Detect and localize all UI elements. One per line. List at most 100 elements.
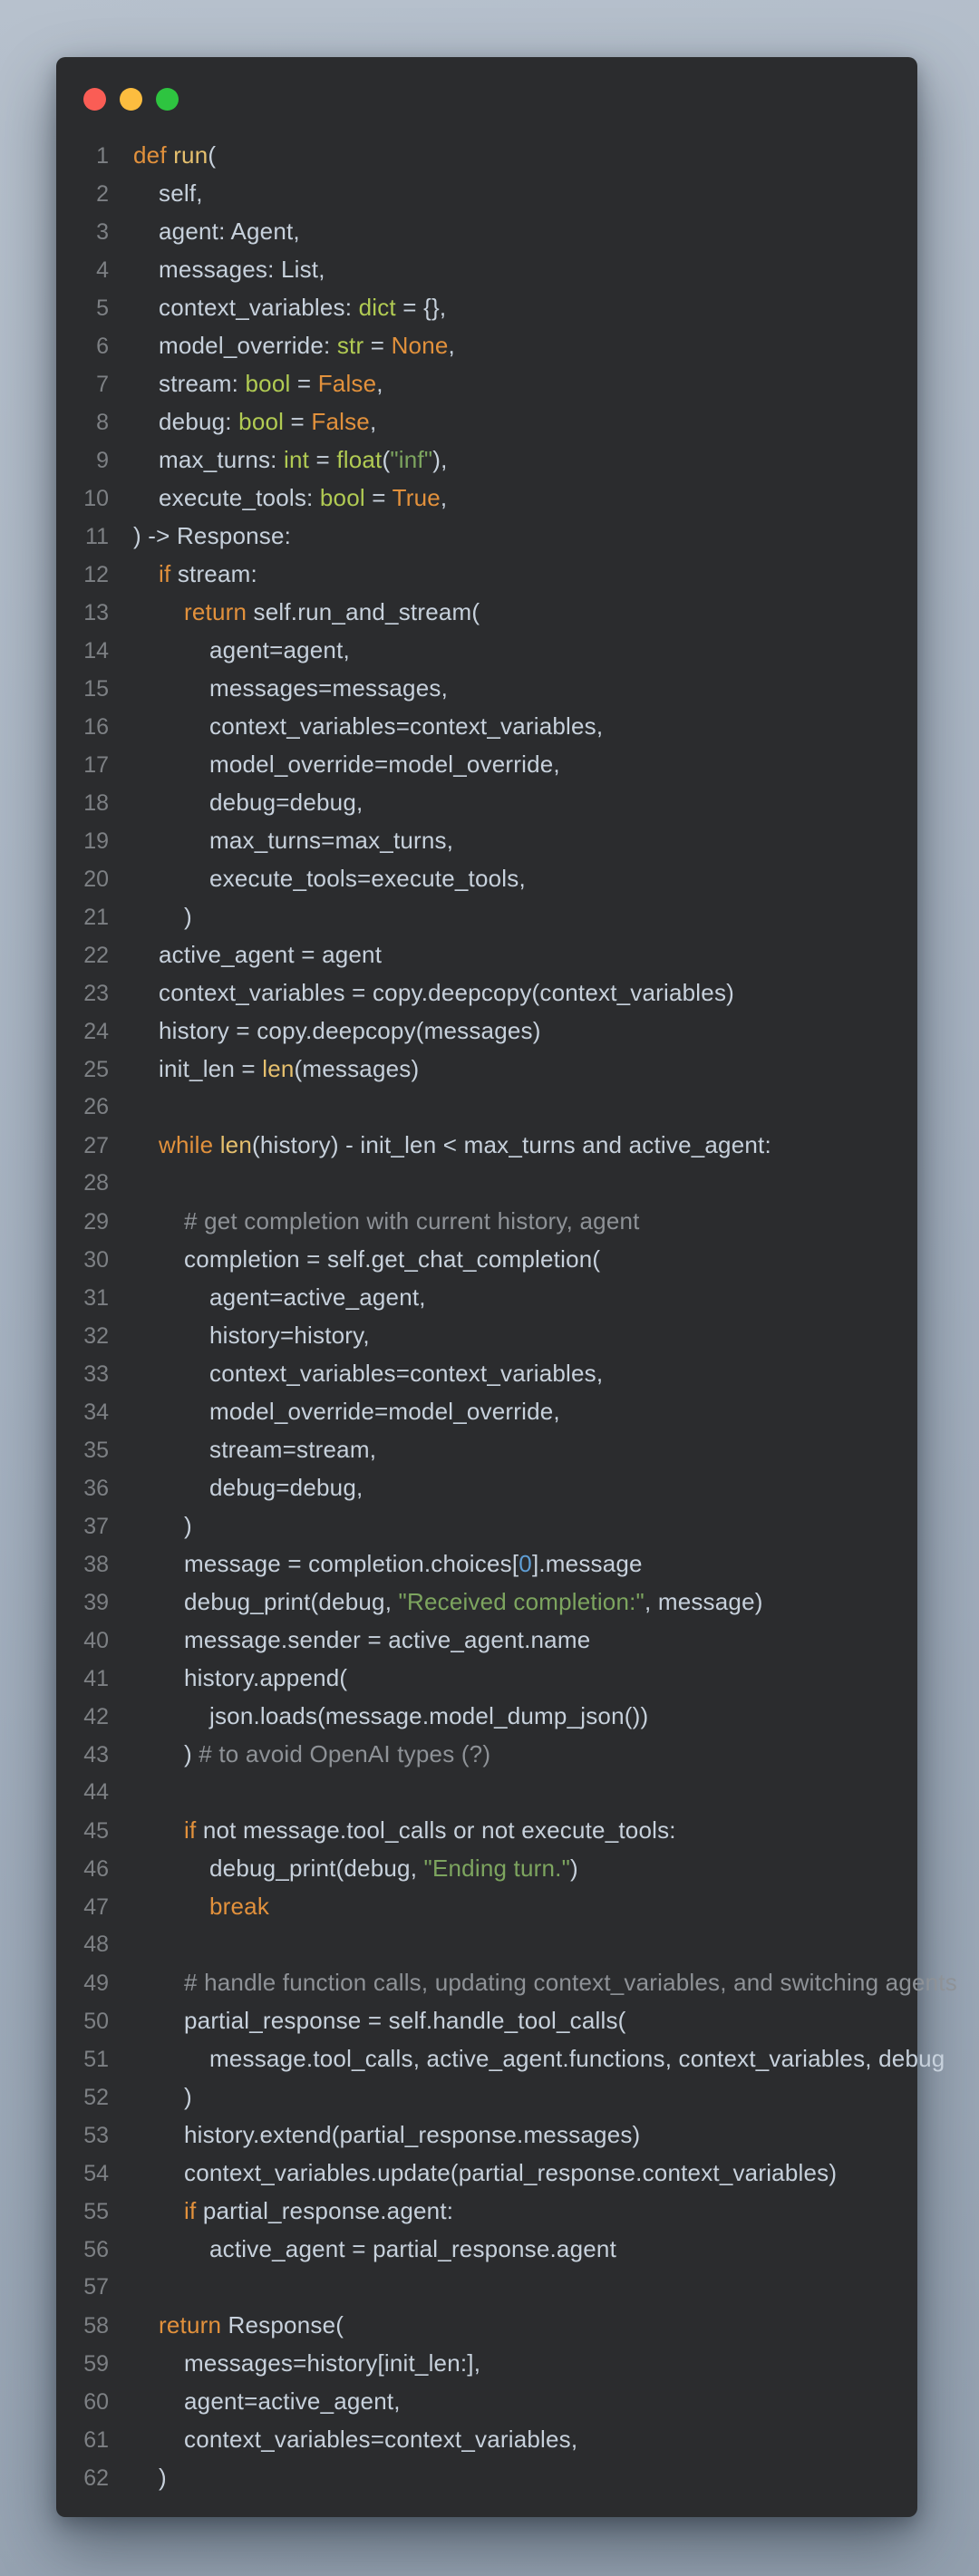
code-token-pl: active_agent = partial_response.agent	[209, 2235, 616, 2262]
code-token-pl: execute_tools=execute_tools,	[209, 865, 526, 892]
code-token-pl: ),	[432, 446, 448, 473]
code-token-pl: agent=agent,	[209, 636, 350, 663]
code-line-text: context_variables = copy.deepcopy(contex…	[109, 973, 734, 1012]
line-number: 52	[83, 2085, 109, 2110]
line-number: 35	[83, 1438, 109, 1463]
line-number: 20	[83, 867, 109, 892]
code-line-text: self,	[109, 174, 203, 212]
line-number: 28	[83, 1170, 109, 1196]
line-number: 57	[83, 2274, 109, 2300]
code-line-text: history.extend(partial_response.messages…	[109, 2116, 640, 2154]
line-number: 37	[83, 1514, 109, 1539]
code-token-ty: dict	[358, 294, 396, 321]
line-number: 11	[85, 524, 109, 549]
code-line-text: # handle function calls, updating contex…	[109, 1963, 957, 2001]
line-number: 26	[83, 1094, 109, 1119]
code-token-pl: )	[184, 903, 192, 930]
line-number: 1	[96, 143, 109, 169]
line-number: 54	[83, 2161, 109, 2186]
minimize-button[interactable]	[120, 88, 142, 111]
code-line-text: agent=agent,	[109, 631, 350, 669]
code-token-pl: ,	[376, 370, 383, 397]
code-line: 47 break	[56, 1887, 917, 1925]
code-line: 41 history.append(	[56, 1659, 917, 1697]
code-line-text: active_agent = agent	[109, 935, 382, 973]
line-number: 51	[83, 2047, 109, 2072]
code-line: 23 context_variables = copy.deepcopy(cont…	[56, 973, 917, 1012]
code-line-text: model_override: str = None,	[109, 326, 455, 364]
code-token-pl: model_override:	[159, 332, 337, 359]
code-token-pl: message.sender = active_agent.name	[184, 1626, 591, 1653]
code-token-pl: self.run_and_stream(	[247, 598, 480, 625]
code-line-text: debug_print(debug, "Received completion:…	[109, 1583, 763, 1621]
code-line-text: )	[109, 897, 192, 935]
code-token-pl: context_variables = copy.deepcopy(contex…	[159, 979, 734, 1006]
line-number: 10	[83, 486, 109, 511]
code-line-text: )	[109, 1506, 192, 1545]
code-token-kw: return	[159, 2311, 222, 2339]
code-token-pl: =	[284, 408, 312, 435]
code-line-text: debug=debug,	[109, 1468, 363, 1506]
code-line-text: )	[109, 2458, 167, 2496]
code-token-pl: stream:	[170, 560, 257, 587]
code-line-text: history.append(	[109, 1659, 347, 1697]
code-token-ty: int	[284, 446, 310, 473]
code-line: 13 return self.run_and_stream(	[56, 593, 917, 631]
code-token-kw: while	[159, 1131, 214, 1158]
code-token-pl: ) -> Response:	[133, 522, 292, 549]
maximize-button[interactable]	[156, 88, 179, 111]
line-number: 5	[96, 295, 109, 321]
code-token-pl: agent=active_agent,	[184, 2387, 401, 2415]
code-line: 11 ) -> Response:	[56, 517, 917, 555]
code-line: 24 history = copy.deepcopy(messages)	[56, 1012, 917, 1050]
line-number: 60	[83, 2389, 109, 2415]
code-token-pl: debug=debug,	[209, 1474, 363, 1501]
code-line: 48	[56, 1925, 917, 1963]
code-line-text: context_variables=context_variables,	[109, 2420, 577, 2458]
line-number: 38	[83, 1552, 109, 1577]
code-line: 20 execute_tools=execute_tools,	[56, 859, 917, 897]
code-editor-window: 1 def run(2 self, 3 agent: Agent, 4 messages: …	[56, 57, 957, 2517]
code-token-kw: if	[184, 2197, 197, 2224]
code-line-text: )	[109, 2077, 192, 2116]
code-line: 25 init_len = len(messages)	[56, 1050, 917, 1088]
code-token-pl: messages=history[init_len:],	[184, 2349, 481, 2377]
close-button[interactable]	[83, 88, 106, 111]
code-line: 36 debug=debug,	[56, 1468, 917, 1506]
code-line-text: agent: Agent,	[109, 212, 300, 250]
code-token-pl: context_variables=context_variables,	[184, 2426, 578, 2453]
line-number: 61	[83, 2427, 109, 2453]
code-line: 60 agent=active_agent,	[56, 2382, 917, 2420]
code-token-ty: float	[336, 446, 383, 473]
code-token-ty: bool	[245, 370, 291, 397]
line-number: 22	[83, 943, 109, 968]
code-line: 17 model_override=model_override,	[56, 745, 917, 783]
line-number: 42	[83, 1704, 109, 1729]
line-number: 62	[83, 2465, 109, 2491]
line-number: 55	[83, 2199, 109, 2224]
code-token-pl: ,	[448, 332, 455, 359]
code-area: 1 def run(2 self, 3 agent: Agent, 4 messages: …	[56, 136, 957, 2496]
code-line-text: break	[109, 1887, 269, 1925]
code-line-text: return Response(	[109, 2306, 344, 2344]
line-number: 45	[83, 1818, 109, 1844]
line-number: 39	[83, 1590, 109, 1615]
code-token-ty: bool	[319, 484, 365, 511]
code-line: 32 history=history,	[56, 1316, 917, 1354]
code-token-pl: debug=debug,	[209, 789, 363, 816]
code-token-pl: )	[159, 2464, 167, 2491]
code-line-text: messages=history[init_len:],	[109, 2344, 480, 2382]
code-token-fn: len	[219, 1131, 252, 1158]
code-token-pl: context_variables=context_variables,	[209, 712, 604, 740]
line-number: 59	[83, 2351, 109, 2377]
line-number: 2	[96, 181, 109, 207]
code-token-pl: context_variables:	[159, 294, 359, 321]
code-line-text: init_len = len(messages)	[109, 1050, 419, 1088]
code-line: 21)	[56, 897, 917, 935]
line-number: 18	[83, 790, 109, 816]
code-line: 22 active_agent = agent	[56, 935, 917, 973]
code-line: 51 message.tool_calls, active_agent.funct…	[56, 2039, 945, 2077]
code-token-pl: self,	[159, 179, 203, 207]
line-number: 36	[83, 1476, 109, 1501]
code-line: 57	[56, 2268, 917, 2306]
